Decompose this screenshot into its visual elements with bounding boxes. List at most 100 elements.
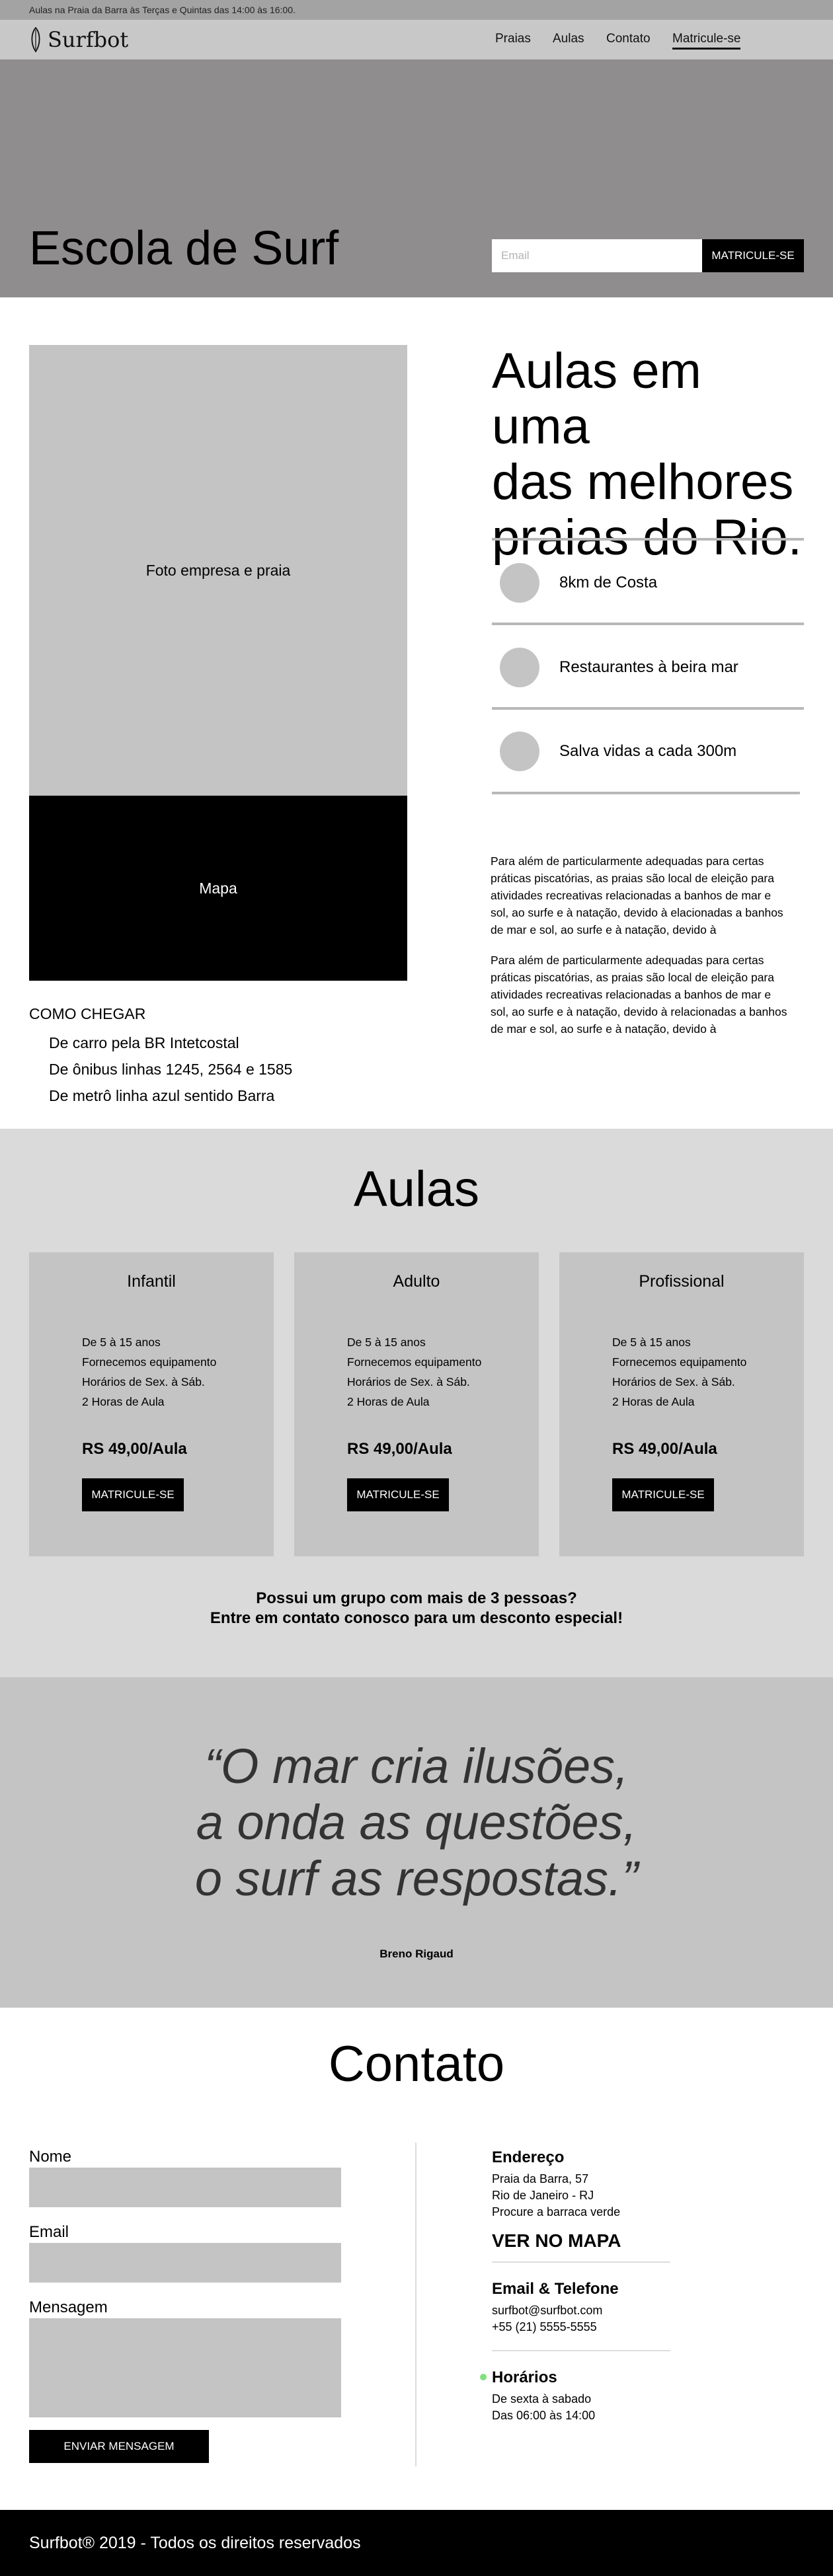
name-field[interactable] [29,2168,341,2207]
footer: Surfbot® 2019 - Todos os direitos reserv… [0,2510,833,2576]
map-label: Mapa [199,879,237,897]
how-item-car: De carro pela BR Intetcostal [49,1034,239,1051]
navbar: Surfbot Praias Aulas Contato Matricule-s… [0,20,833,59]
feature-icon [500,732,539,771]
message-field[interactable] [29,2318,341,2417]
quote-line: o surf as respostas.” [194,1851,639,1906]
card-item: Fornecemos equipamento [82,1355,217,1369]
nav-link-contato[interactable]: Contato [606,32,651,46]
feature-icon [500,563,539,603]
divider [492,538,804,541]
hero-title: Escola de Surf [29,222,339,275]
divider [492,2350,670,2351]
about-title: Aulas em uma das melhores praias do Rio. [492,344,809,566]
about-paragraph: Para além de particularmente adequadas p… [491,852,799,938]
paragraph-line: sol, ao surfe e à natação, devido à rela… [491,1005,787,1018]
paragraph-line: práticas piscatórias, as praias são loca… [491,971,774,984]
about-title-line: das melhores [492,454,794,510]
about-title-line: Aulas em uma [492,343,701,455]
nav-link-aulas[interactable]: Aulas [553,32,584,46]
group-offer-line1: Possui um grupo com mais de 3 pessoas? [256,1589,577,1607]
email-label: Email [29,2223,69,2241]
name-label: Nome [29,2148,72,2166]
how-to-get-title: COMO CHEGAR [29,1005,146,1022]
quote-line: “O mar cria ilusões, [204,1739,629,1794]
enroll-profissional-button[interactable]: MATRICULE-SE [612,1478,714,1511]
address-line: Procure a barraca verde [492,2205,621,2218]
contact-phone[interactable]: +55 (21) 5555-5555 [492,2320,597,2334]
enroll-adulto-button[interactable]: MATRICULE-SE [347,1478,449,1511]
card-item: Fornecemos equipamento [347,1355,482,1369]
address-title: Endereço [492,2148,565,2166]
enroll-infantil-button[interactable]: MATRICULE-SE [82,1478,184,1511]
feature-restaurants: Restaurantes à beira mar [559,658,738,676]
divider [492,707,804,710]
card-title: Adulto [393,1272,440,1291]
hero-enroll-button[interactable]: MATRICULE-SE [702,239,804,272]
feature-coast: 8km de Costa [559,574,658,591]
card-item: 2 Horas de Aula [347,1395,430,1408]
vertical-divider [415,2142,416,2466]
card-item: Horários de Sex. à Sáb. [347,1375,470,1388]
how-item-metro: De metrô linha azul sentido Barra [49,1087,275,1104]
about-paragraph-2: Para além de particularmente adequadas p… [491,952,799,1038]
paragraph-line: de mar e sol, ao surfe e à natação, devi… [491,923,717,936]
group-offer-line2: Entre em contato conosco para um descont… [210,1609,623,1627]
hero-email-input[interactable] [492,239,702,272]
card-item: De 5 à 15 anos [612,1336,691,1349]
paragraph-line: de mar e sol, ao surfe e à natação, devi… [491,1022,717,1036]
card-item: De 5 à 15 anos [347,1336,426,1349]
hours-line: Das 06:00 às 14:00 [492,2409,596,2422]
logo[interactable]: Surfbot [29,27,128,52]
class-card-profissional: Profissional De 5 à 15 anos Fornecemos e… [559,1252,804,1556]
logo-text: Surfbot [48,27,129,52]
aulas-title: Aulas [353,1161,480,1217]
card-item: Horários de Sex. à Sáb. [612,1375,735,1388]
surfboard-icon [31,27,40,52]
paragraph-line: Para além de particularmente adequadas p… [491,854,764,868]
card-item: Horários de Sex. à Sáb. [82,1375,205,1388]
card-item: De 5 à 15 anos [82,1336,161,1349]
paragraph-line: práticas piscatórias, as praias são loca… [491,872,774,885]
photo-placeholder: Foto empresa e praia [29,345,407,796]
send-message-button[interactable]: ENVIAR MENSAGEM [29,2430,209,2463]
map-placeholder[interactable]: Mapa [29,796,407,981]
contact-email[interactable]: surfbot@surfbot.com [492,2304,602,2318]
card-item: 2 Horas de Aula [82,1395,165,1408]
message-label: Mensagem [29,2298,108,2316]
divider [492,2261,670,2263]
email-field[interactable] [29,2243,341,2283]
card-price: RS 49,00/Aula [612,1440,717,1458]
class-card-adulto: Adulto De 5 à 15 anos Fornecemos equipam… [294,1252,539,1556]
nav-link-praias[interactable]: Praias [495,32,531,46]
hours-line: De sexta à sabado [492,2392,592,2406]
status-dot-icon [480,2374,487,2380]
address-line: Praia da Barra, 57 [492,2172,589,2185]
card-price: RS 49,00/Aula [82,1440,187,1458]
announcement-bar: Aulas na Praia da Barra às Terças e Quin… [0,0,833,20]
photo-label: Foto empresa e praia [145,561,291,579]
paragraph-line: atividades recreativas relacionadas a ba… [491,889,772,902]
quote-author: Breno Rigaud [379,1948,454,1960]
nav-link-matricule[interactable]: Matricule-se [672,32,741,50]
paragraph-line: sol, ao surfe e à natação, devido à elac… [491,906,783,919]
feature-icon [500,648,539,687]
paragraph-line: atividades recreativas relacionadas a ba… [491,988,772,1001]
view-map-link[interactable]: VER NO MAPA [492,2230,621,2252]
footer-text: Surfbot® 2019 - Todos os direitos reserv… [29,2534,361,2552]
paragraph-line: Para além de particularmente adequadas p… [491,954,764,967]
how-item-bus: De ônibus linhas 1245, 2564 e 1585 [49,1061,293,1078]
hours-title: Horários [492,2368,557,2386]
card-item: Fornecemos equipamento [612,1355,747,1369]
divider [492,792,800,794]
address-line: Rio de Janeiro - RJ [492,2189,594,2202]
card-title: Infantil [127,1272,176,1291]
card-price: RS 49,00/Aula [347,1440,452,1458]
feature-lifeguards: Salva vidas a cada 300m [559,742,737,760]
divider [492,623,804,625]
hero-section: Escola de Surf MATRICULE-SE [0,59,833,297]
contact-title: Email & Telefone [492,2280,619,2298]
contato-title: Contato [328,2036,505,2092]
class-card-infantil: Infantil De 5 à 15 anos Fornecemos equip… [29,1252,274,1556]
announcement-text: Aulas na Praia da Barra às Terças e Quin… [29,5,296,15]
